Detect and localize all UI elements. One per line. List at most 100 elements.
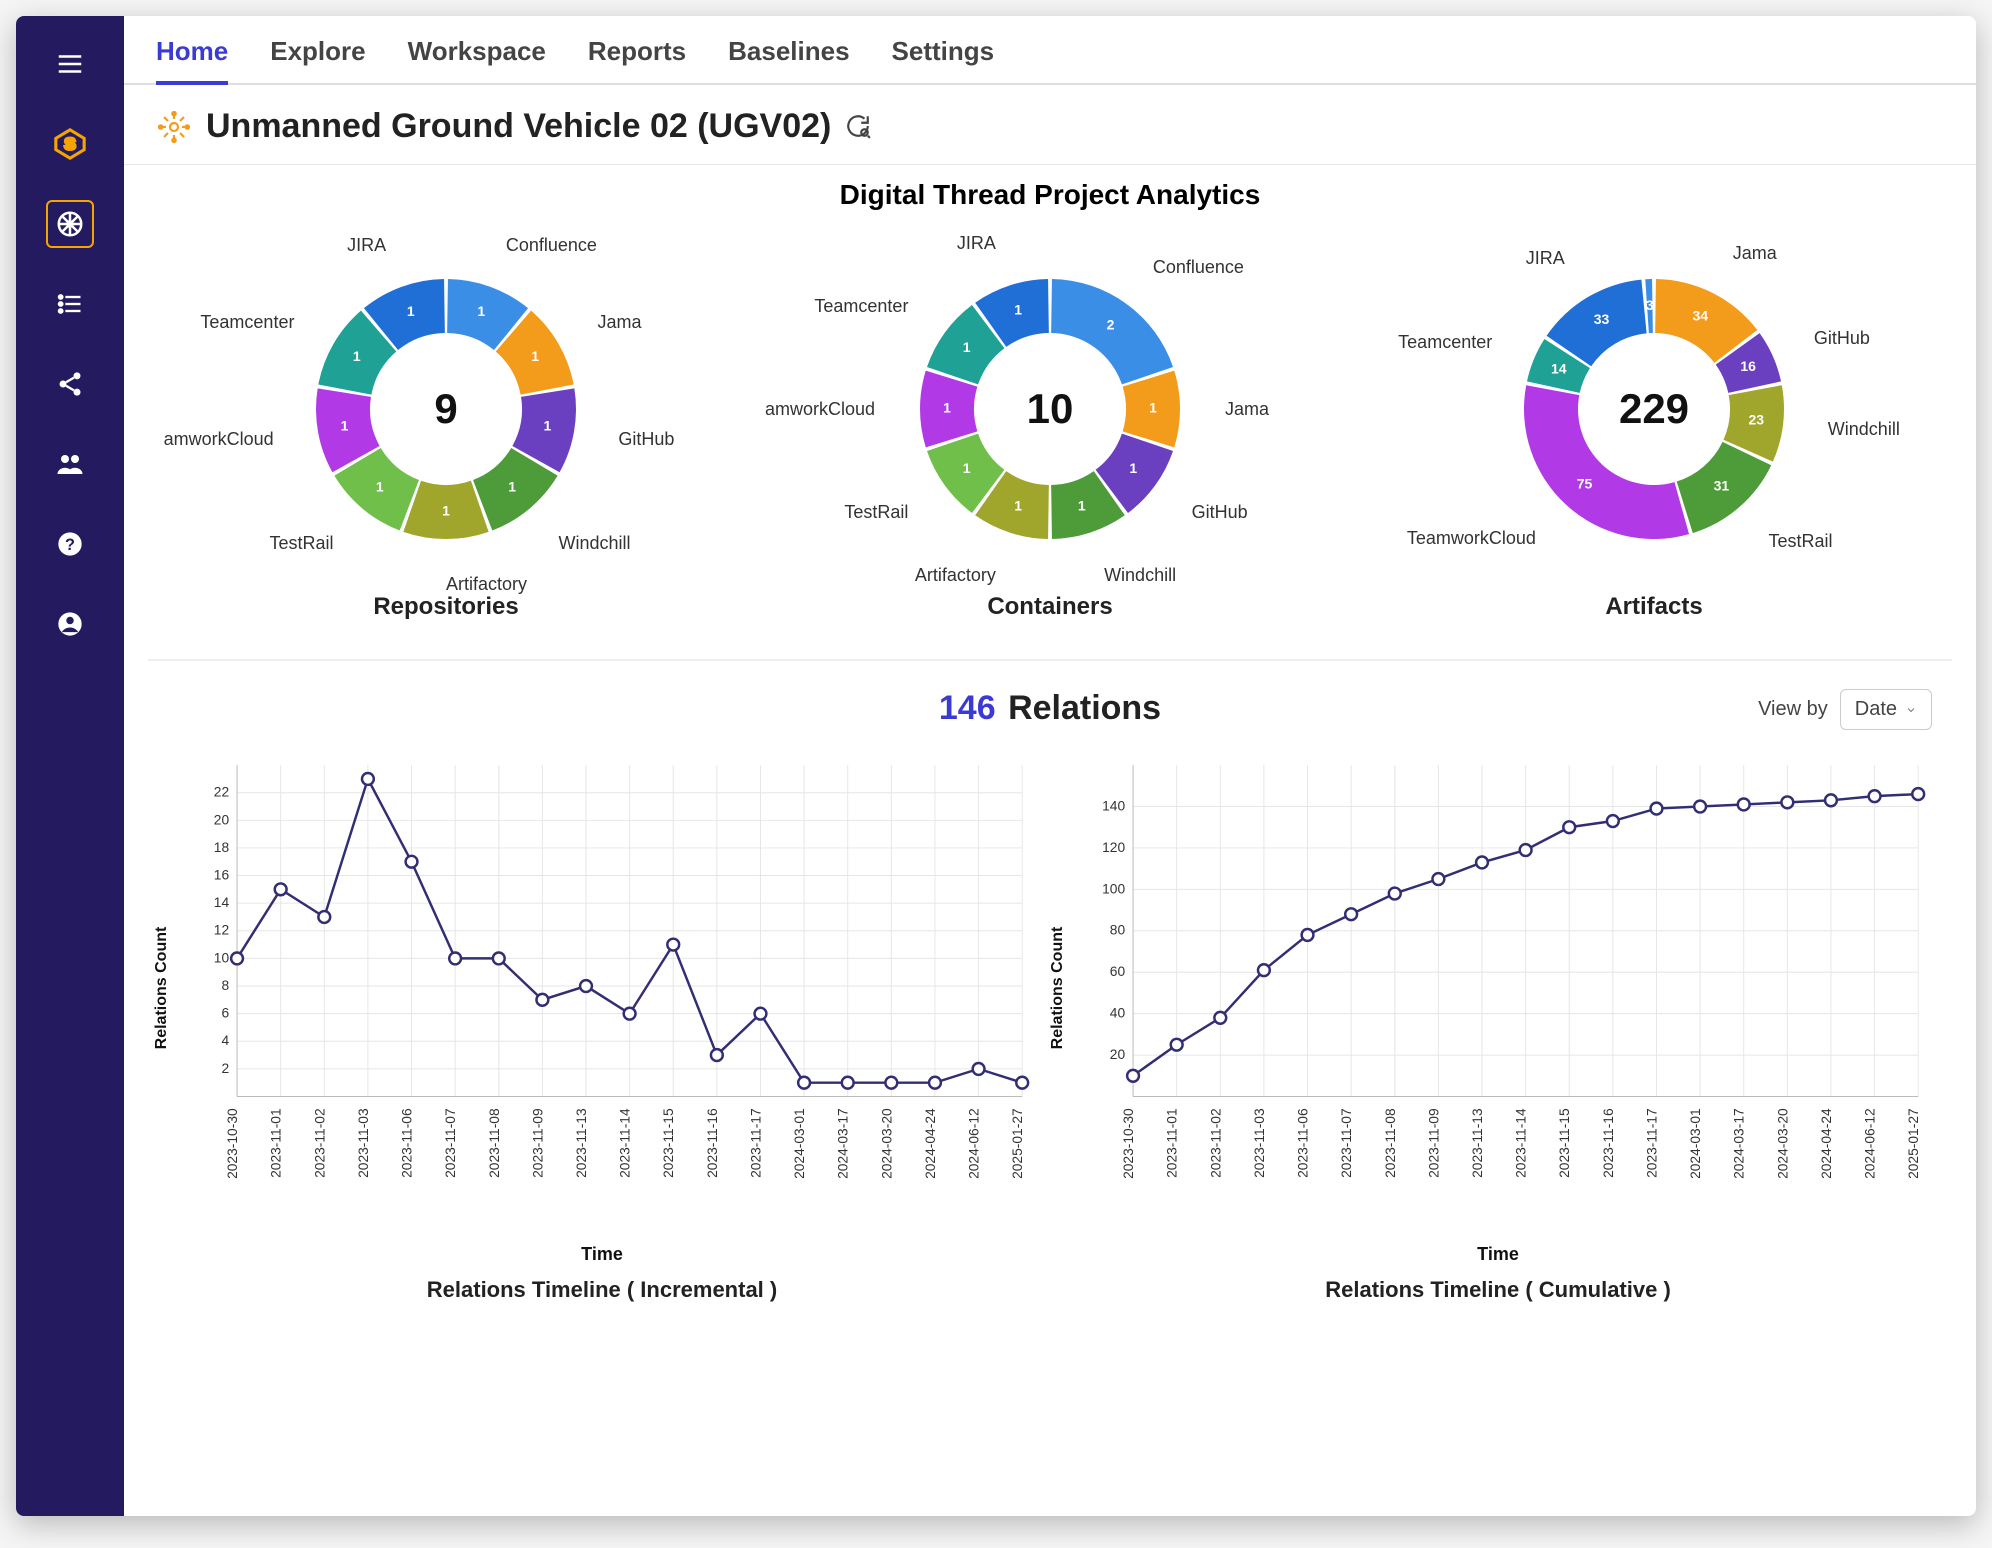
svg-text:2024-04-24: 2024-04-24 [1819,1108,1834,1179]
svg-text:1: 1 [1014,302,1022,318]
project-hub-icon[interactable] [46,200,94,248]
svg-text:40: 40 [1110,1006,1126,1021]
list-icon[interactable] [46,280,94,328]
tab-settings[interactable]: Settings [892,36,995,83]
menu-icon[interactable] [46,40,94,88]
svg-text:100: 100 [1102,881,1125,896]
svg-text:14: 14 [214,895,230,910]
data-point[interactable] [1694,801,1706,813]
svg-text:1: 1 [1149,400,1157,416]
svg-text:2023-11-07: 2023-11-07 [1339,1108,1354,1178]
data-point[interactable] [624,1008,636,1020]
svg-text:1: 1 [341,418,349,434]
tab-home[interactable]: Home [156,36,228,85]
data-point[interactable] [1476,857,1488,869]
users-icon[interactable] [46,440,94,488]
data-point[interactable] [667,939,679,951]
view-by-dropdown[interactable]: Date [1840,689,1932,730]
data-point[interactable] [1781,796,1793,808]
donut-card-containers: 211111111 10ConfluenceJamaGitHubWindchil… [752,219,1348,621]
data-point[interactable] [1825,794,1837,806]
data-point[interactable] [711,1049,723,1061]
tab-explore[interactable]: Explore [270,36,365,83]
refresh-search-icon[interactable] [845,113,873,141]
data-point[interactable] [406,856,418,868]
main-content: Home Explore Workspace Reports Baselines Sett… [124,16,1976,1516]
data-point[interactable] [536,994,548,1006]
donut-segment-label: Confluence [506,235,597,256]
data-point[interactable] [798,1077,810,1089]
svg-text:10: 10 [214,950,230,965]
chart-card: Relations Count 20406080100120140 2023-1… [1064,738,1932,1303]
tab-workspace[interactable]: Workspace [408,36,546,83]
x-axis-label: Time [581,1244,623,1265]
tab-baselines[interactable]: Baselines [728,36,849,83]
data-point[interactable] [885,1077,897,1089]
data-point[interactable] [580,980,592,992]
svg-text:2023-11-17: 2023-11-17 [748,1108,763,1178]
data-point[interactable] [973,1063,985,1075]
svg-text:2: 2 [221,1061,229,1076]
svg-text:2024-04-24: 2024-04-24 [923,1108,938,1179]
data-point[interactable] [1520,844,1532,856]
donut-segment-label: GitHub [1814,328,1870,349]
svg-text:60: 60 [1110,964,1126,979]
data-point[interactable] [275,883,287,895]
donut-card-artifacts: 341623317514333 229JamaGitHubWindchillTe… [1356,219,1952,621]
svg-text:2023-11-06: 2023-11-06 [1296,1108,1311,1178]
chart-card: Relations Count 246810121416182022 2023-… [168,738,1036,1303]
svg-text:2024-03-01: 2024-03-01 [792,1108,807,1179]
donut-segment-label: GitHub [1192,502,1248,523]
svg-text:1: 1 [963,339,971,355]
data-point[interactable] [1563,821,1575,833]
tab-reports[interactable]: Reports [588,36,686,83]
data-point[interactable] [1302,929,1314,941]
data-point[interactable] [1345,908,1357,920]
data-point[interactable] [1738,799,1750,811]
help-icon[interactable]: ? [46,520,94,568]
data-point[interactable] [755,1008,767,1020]
donut-segment-label: Artifactory [915,565,996,586]
data-point[interactable] [1016,1077,1028,1089]
data-point[interactable] [1607,815,1619,827]
svg-text:2024-03-20: 2024-03-20 [879,1108,894,1179]
svg-text:2023-10-30: 2023-10-30 [225,1108,240,1179]
data-point[interactable] [1214,1012,1226,1024]
data-point[interactable] [318,911,330,923]
data-point[interactable] [1171,1039,1183,1051]
svg-text:34: 34 [1693,308,1709,324]
data-point[interactable] [449,952,461,964]
data-point[interactable] [1432,873,1444,885]
view-by-label: View by [1758,698,1828,721]
data-point[interactable] [362,773,374,785]
data-point[interactable] [1389,888,1401,900]
divider [148,659,1952,661]
data-point[interactable] [1258,964,1270,976]
data-point[interactable] [929,1077,941,1089]
svg-text:2025-01-27: 2025-01-27 [1906,1108,1921,1179]
svg-text:2024-03-17: 2024-03-17 [1732,1108,1747,1179]
share-icon[interactable] [46,360,94,408]
svg-text:2024-06-12: 2024-06-12 [1863,1108,1878,1179]
donut-segment-label: TestRail [269,533,333,554]
data-point[interactable] [231,952,243,964]
data-point[interactable] [1651,803,1663,815]
svg-text:2023-10-30: 2023-10-30 [1121,1108,1136,1179]
svg-text:2023-11-16: 2023-11-16 [705,1108,720,1178]
svg-text:23: 23 [1749,412,1765,428]
data-point[interactable] [493,952,505,964]
data-point[interactable] [842,1077,854,1089]
data-point[interactable] [1127,1070,1139,1082]
svg-text:20: 20 [214,812,230,827]
data-point[interactable] [1869,790,1881,802]
svg-text:1: 1 [963,460,971,476]
svg-text:1: 1 [477,303,485,319]
svg-text:1: 1 [1014,498,1022,514]
svg-text:2023-11-09: 2023-11-09 [530,1108,545,1178]
app-logo-icon[interactable]: S [46,120,94,168]
donut-segment-label: Windchill [558,533,630,554]
data-point[interactable] [1912,788,1924,800]
svg-text:2023-11-14: 2023-11-14 [618,1108,633,1178]
relations-panel: 146 Relations View by Date Relations Cou… [124,679,1976,1333]
account-icon[interactable] [46,600,94,648]
